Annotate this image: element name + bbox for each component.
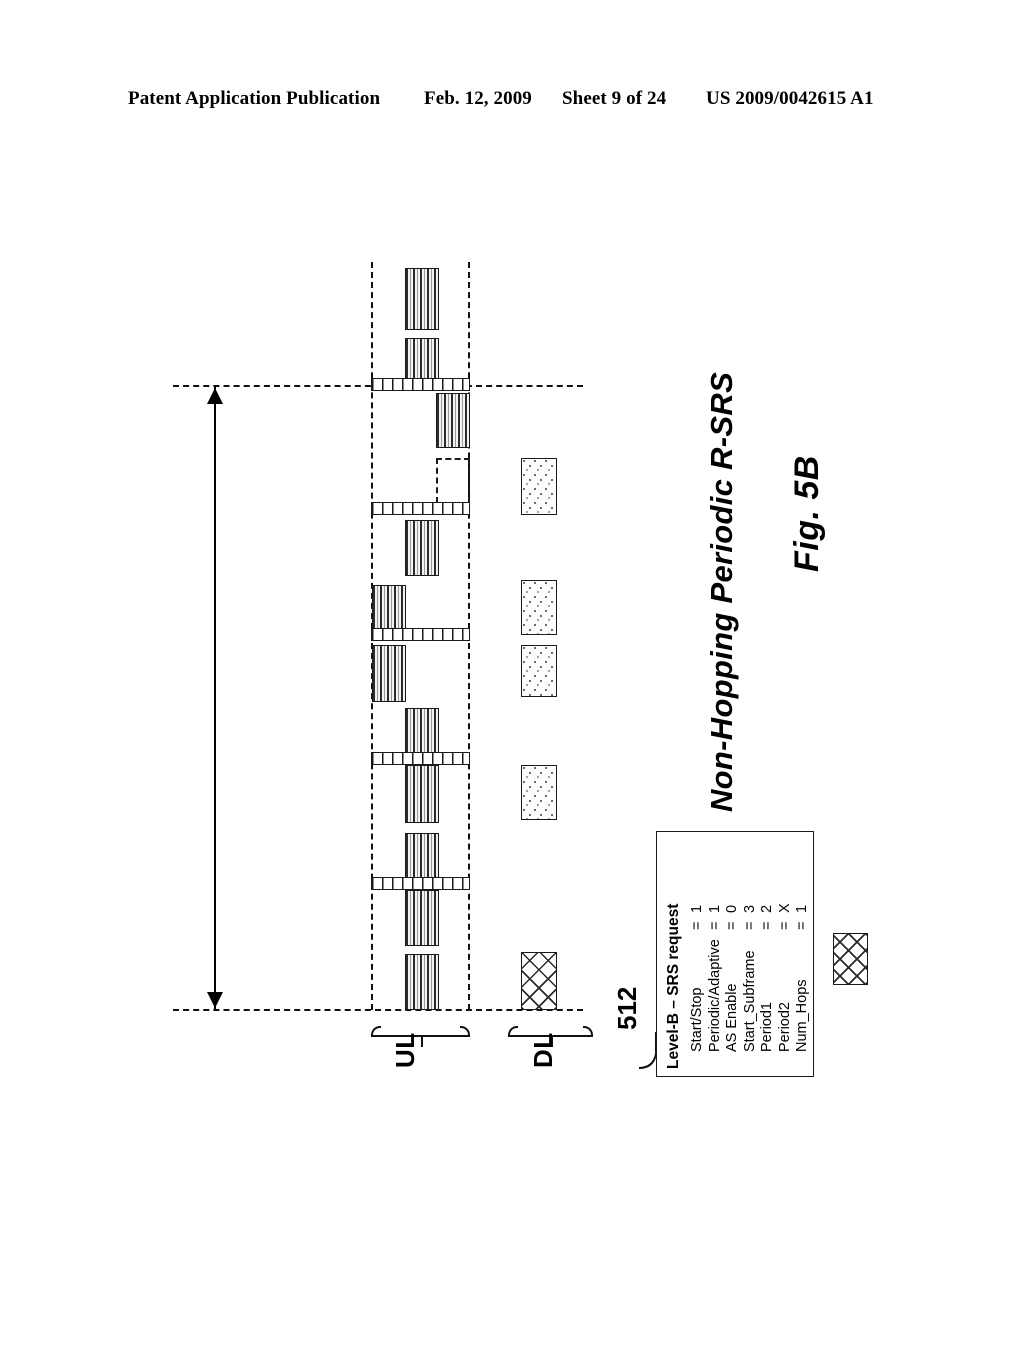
legend-key: Period2 bbox=[776, 1002, 793, 1052]
legend-row: Num_Hops = 1 bbox=[794, 842, 812, 1052]
legend-key: Num_Hops bbox=[794, 979, 810, 1052]
uplink-srs-block bbox=[405, 765, 439, 823]
uplink-srs-block bbox=[405, 954, 439, 1010]
legend-row: Period1 = 2 bbox=[759, 842, 777, 1052]
legend-key: Start_Subframe bbox=[741, 950, 758, 1052]
legend-value: 1 bbox=[689, 904, 705, 913]
legend-key: AS Enable bbox=[724, 983, 740, 1052]
legend-content: Level-B – SRS request Start/Stop = 1 Period… bbox=[657, 832, 868, 1078]
legend-equals: = bbox=[776, 921, 793, 930]
subframe-separator-rail bbox=[371, 628, 470, 641]
figure-title: Non-Hopping Periodic R-SRS bbox=[704, 371, 739, 812]
figure-diagram: One Frame (10 ms) UL DL Non-Hopping Peri… bbox=[0, 0, 1024, 1320]
uplink-phantom-block bbox=[436, 458, 470, 503]
subframe-separator-rail bbox=[371, 752, 470, 765]
legend-swatch-crosshatch bbox=[833, 933, 868, 985]
legend-value: X bbox=[776, 903, 793, 913]
downlink-block bbox=[521, 458, 557, 515]
legend-equals: = bbox=[689, 921, 705, 930]
legend-equals: = bbox=[741, 921, 758, 930]
legend-value: 1 bbox=[706, 904, 723, 913]
uplink-srs-block bbox=[405, 708, 439, 753]
downlink-block bbox=[521, 580, 557, 635]
uplink-srs-block bbox=[405, 890, 439, 946]
uplink-srs-block bbox=[372, 585, 406, 629]
legend-key: Start/Stop bbox=[689, 987, 705, 1052]
brace-cap-right bbox=[583, 1026, 593, 1036]
legend-key: Period1 bbox=[759, 1002, 775, 1052]
downlink-srs-request-block bbox=[521, 952, 557, 1010]
legend-box: Level-B – SRS request Start/Stop = 1 Period… bbox=[656, 831, 868, 1078]
legend-value: 2 bbox=[759, 904, 775, 913]
legend-title: Level-B – SRS request bbox=[665, 903, 682, 1069]
downlink-block bbox=[521, 645, 557, 697]
uplink-label: UL bbox=[390, 1032, 420, 1068]
frame-arrow-down-icon bbox=[207, 992, 223, 1008]
subframe-separator-rail bbox=[371, 502, 470, 515]
downlink-block bbox=[521, 765, 557, 820]
legend-key: Periodic/Adaptive bbox=[706, 939, 723, 1052]
uplink-srs-block bbox=[405, 338, 439, 379]
subframe-separator-rail bbox=[371, 877, 470, 890]
legend-row: AS Enable = 0 bbox=[724, 842, 742, 1052]
figure-number-label: Fig. 5B bbox=[788, 455, 826, 572]
uplink-srs-block bbox=[436, 393, 470, 448]
legend-equals: = bbox=[724, 921, 740, 930]
legend-row: Periodic/Adaptive = 1 bbox=[707, 842, 725, 1052]
legend-value: 1 bbox=[794, 904, 810, 913]
frame-extent-arrow-line bbox=[214, 385, 216, 1009]
legend-parameter-list: Start/Stop = 1 Periodic/Adaptive = 1 AS Enable… bbox=[689, 842, 812, 1052]
legend-equals: = bbox=[706, 921, 723, 930]
frame-arrow-up-icon bbox=[207, 388, 223, 404]
uplink-srs-block bbox=[405, 520, 439, 576]
reference-numeral-512: 512 bbox=[612, 986, 642, 1030]
legend-row: Start/Stop = 1 bbox=[689, 842, 707, 1052]
legend-value: 0 bbox=[724, 904, 740, 913]
uplink-srs-block bbox=[372, 645, 406, 702]
uplink-srs-block bbox=[405, 268, 439, 330]
legend-equals: = bbox=[759, 921, 775, 930]
legend-equals: = bbox=[794, 921, 810, 930]
subframe-separator-rail bbox=[371, 378, 470, 391]
uplink-srs-block bbox=[405, 833, 439, 878]
downlink-label: DL bbox=[528, 1032, 558, 1068]
brace-cap-right bbox=[460, 1026, 470, 1036]
legend-row: Period2 = X bbox=[777, 842, 795, 1052]
legend-row: Start_Subframe = 3 bbox=[742, 842, 760, 1052]
legend-value: 3 bbox=[741, 904, 758, 913]
